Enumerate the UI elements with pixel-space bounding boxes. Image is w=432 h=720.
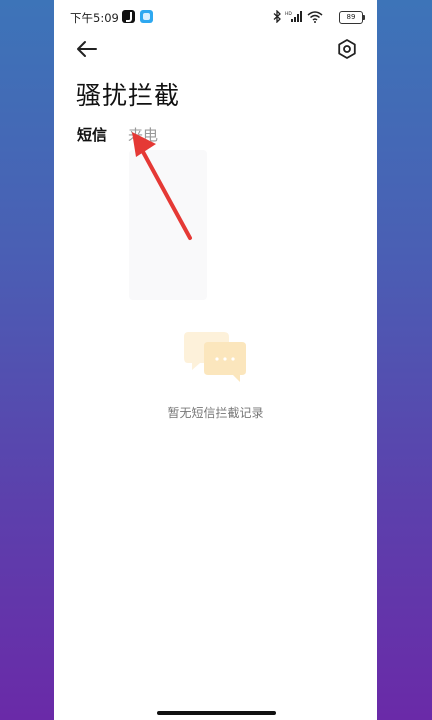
app-notification-icon [140, 10, 153, 23]
settings-icon [338, 39, 356, 59]
status-bar: 下午5:09 HD 89 [54, 0, 377, 34]
settings-button[interactable] [336, 38, 358, 60]
home-indicator[interactable] [157, 711, 276, 715]
back-button[interactable] [74, 38, 100, 60]
annotation-arrow [132, 132, 192, 240]
wifi-icon [307, 11, 323, 23]
page-title: 骚扰拦截 [76, 81, 181, 110]
tab-sms[interactable]: 短信 [77, 124, 107, 145]
status-icons: HD 89 [273, 10, 365, 24]
phone-screen: 下午5:09 HD 89 骚扰拦截 短信 来电 暂无短信拦截记录 [54, 0, 377, 720]
back-arrow-icon [77, 41, 97, 57]
empty-state-text: 暂无短信拦截记录 [167, 406, 264, 420]
tiktok-icon [122, 10, 135, 23]
svg-text:HD: HD [285, 11, 292, 17]
chat-bubbles-icon [184, 332, 246, 382]
bluetooth-icon [273, 10, 281, 23]
battery-icon: 89 [339, 11, 365, 24]
signal-icon: HD [285, 11, 302, 22]
status-time: 下午5:09 [70, 11, 119, 25]
